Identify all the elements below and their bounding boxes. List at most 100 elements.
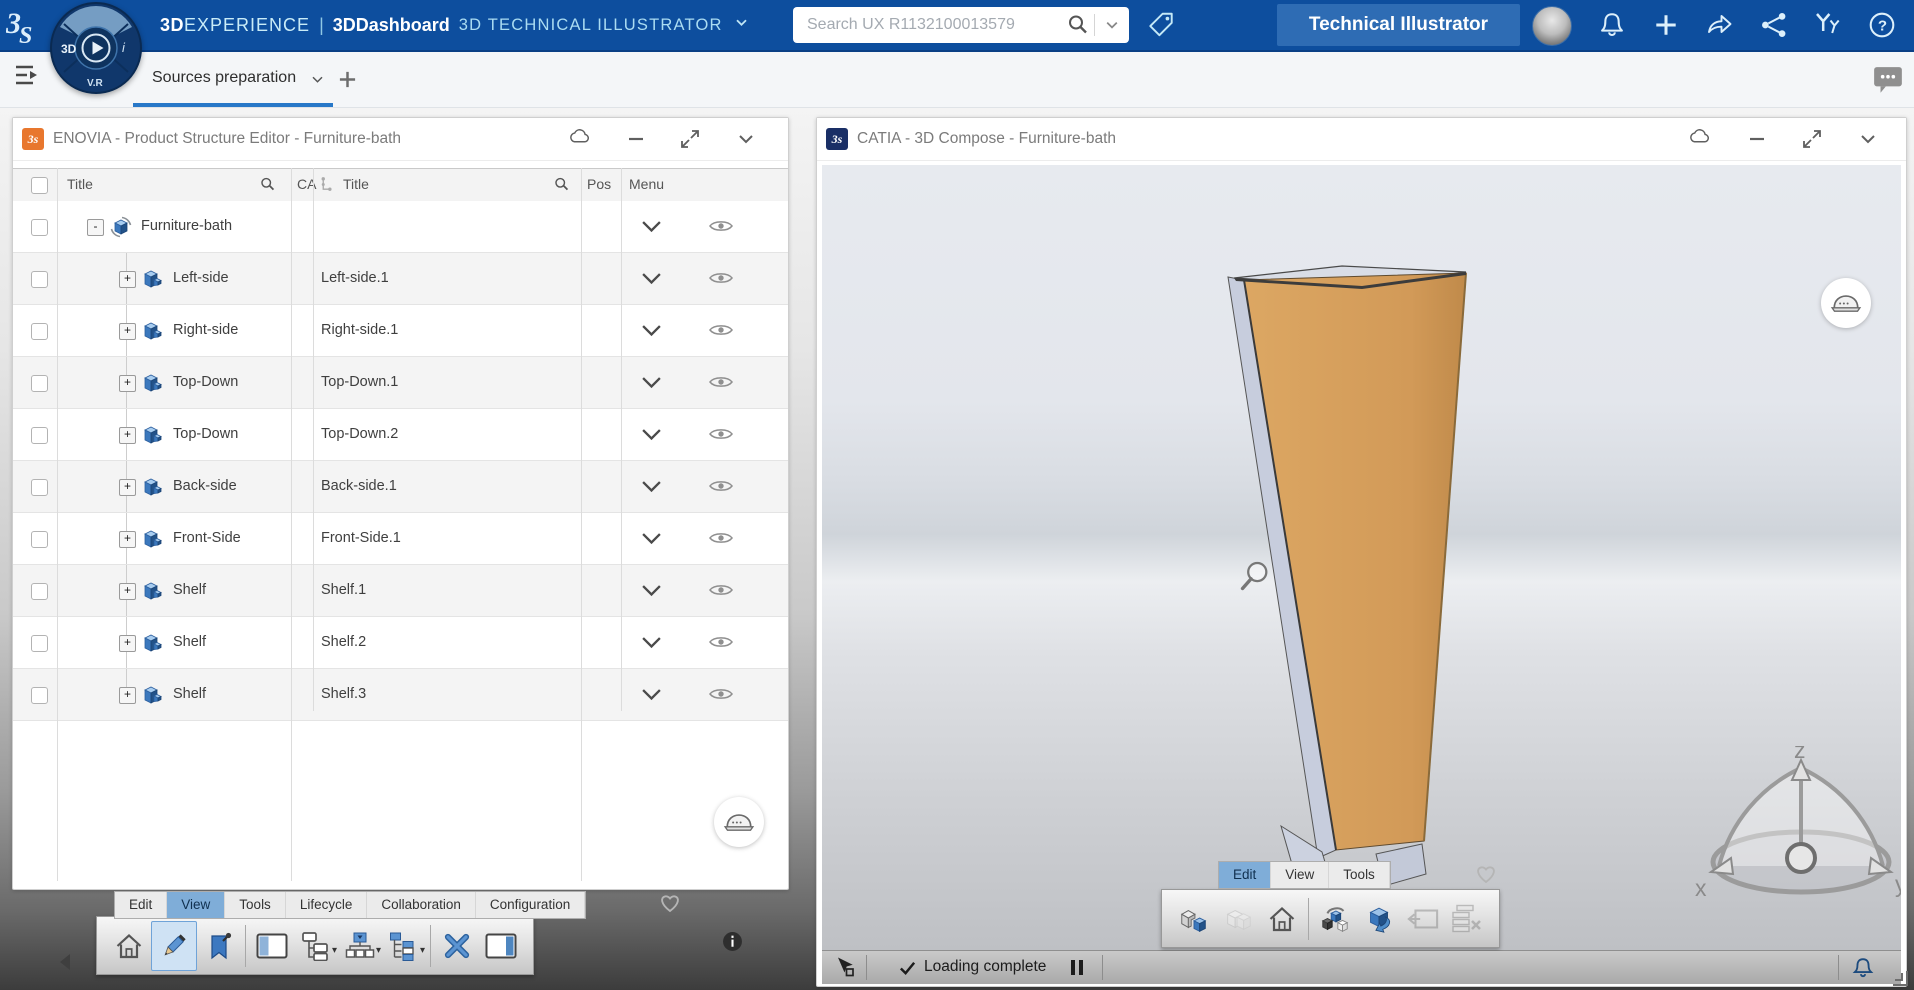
- ghost-cube-icon-button[interactable]: [1216, 895, 1260, 943]
- search-input[interactable]: [793, 16, 1062, 34]
- home-icon-button[interactable]: [1260, 895, 1304, 943]
- table-row[interactable]: +Left-sideLeft-side.1: [13, 253, 788, 305]
- add-tab-icon[interactable]: [338, 70, 357, 89]
- row-menu-chevron-icon[interactable]: [641, 532, 662, 545]
- row-checkbox[interactable]: [31, 479, 48, 496]
- visibility-eye-icon[interactable]: [709, 531, 733, 546]
- table-row[interactable]: -Furniture-bath: [13, 201, 788, 253]
- tab-sources-preparation[interactable]: Sources preparation: [133, 50, 333, 107]
- panel-left-icon-button[interactable]: [250, 922, 294, 970]
- chevron-down-icon[interactable]: [735, 128, 757, 150]
- scroll-left-arrow[interactable]: [60, 954, 70, 970]
- row-menu-chevron-icon[interactable]: [641, 584, 662, 597]
- pause-icon[interactable]: [1070, 959, 1084, 976]
- toolbar-menu-tools[interactable]: Tools: [1329, 862, 1390, 888]
- row-checkbox[interactable]: [31, 323, 48, 340]
- swym-community-icon[interactable]: [1814, 11, 1842, 39]
- resize-grip[interactable]: [1893, 971, 1908, 986]
- expander-button[interactable]: +: [119, 583, 136, 600]
- user-role-badge[interactable]: Technical Illustrator: [1277, 4, 1520, 46]
- toolbar-menu-collaboration[interactable]: Collaboration: [367, 892, 476, 918]
- avatar[interactable]: [1532, 6, 1572, 46]
- row-menu-chevron-icon[interactable]: [641, 636, 662, 649]
- maximize-icon[interactable]: [679, 128, 701, 150]
- chevron-down-icon[interactable]: [734, 15, 749, 35]
- swap-frame-icon-button[interactable]: [1401, 895, 1445, 943]
- notifications-bell-icon[interactable]: [1598, 11, 1626, 39]
- minimize-icon[interactable]: [625, 128, 647, 150]
- row-menu-chevron-icon[interactable]: [641, 324, 662, 337]
- expander-button[interactable]: -: [87, 219, 104, 236]
- toolbar-menu-view[interactable]: View: [167, 892, 225, 918]
- column-header-instance-title[interactable]: Title: [343, 176, 369, 192]
- expander-button[interactable]: +: [119, 323, 136, 340]
- row-checkbox[interactable]: [31, 635, 48, 652]
- expander-button[interactable]: +: [119, 635, 136, 652]
- maximize-icon[interactable]: [1801, 128, 1823, 150]
- visibility-eye-icon[interactable]: [709, 687, 733, 702]
- toolbar-menu-configuration[interactable]: Configuration: [476, 892, 585, 918]
- 3dcompass-widget[interactable]: 3D i V.R: [50, 2, 142, 94]
- favorites-heart-icon[interactable]: [658, 893, 682, 914]
- column-header-ca[interactable]: CA: [297, 176, 316, 192]
- visibility-eye-icon[interactable]: [709, 323, 733, 338]
- table-row[interactable]: +Back-sideBack-side.1: [13, 461, 788, 513]
- expander-button[interactable]: +: [119, 531, 136, 548]
- 3d-viewport[interactable]: z x y EditViewTools: [822, 165, 1901, 951]
- tree-structure-icon-button[interactable]: ▾: [382, 922, 426, 970]
- visibility-eye-icon[interactable]: [709, 271, 733, 286]
- row-checkbox[interactable]: [31, 219, 48, 236]
- close-x-icon-button[interactable]: [435, 922, 479, 970]
- assistant-helmet-button[interactable]: [1821, 278, 1871, 328]
- minimize-icon[interactable]: [1746, 128, 1768, 150]
- share-nodes-icon[interactable]: [1760, 11, 1788, 39]
- select-all-checkbox[interactable]: [31, 177, 48, 194]
- tab-chevron-icon[interactable]: [310, 72, 325, 87]
- table-row[interactable]: +ShelfShelf.1: [13, 565, 788, 617]
- table-row[interactable]: +Top-DownTop-Down.2: [13, 409, 788, 461]
- column-header-title[interactable]: Title: [67, 176, 93, 192]
- column-search-icon[interactable]: [259, 176, 276, 193]
- row-checkbox[interactable]: [31, 271, 48, 288]
- table-row[interactable]: +ShelfShelf.2: [13, 617, 788, 669]
- chevron-down-icon[interactable]: [1857, 128, 1879, 150]
- row-menu-chevron-icon[interactable]: [641, 688, 662, 701]
- visibility-eye-icon[interactable]: [709, 375, 733, 390]
- export-cube-icon-button[interactable]: [1357, 895, 1401, 943]
- list-delete-icon-button[interactable]: [1445, 895, 1489, 943]
- row-menu-chevron-icon[interactable]: [641, 480, 662, 493]
- add-plus-icon[interactable]: [1652, 11, 1680, 39]
- home-icon-button[interactable]: [107, 922, 151, 970]
- help-icon[interactable]: ?: [1868, 11, 1896, 39]
- panel-right-icon-button[interactable]: [479, 922, 523, 970]
- row-checkbox[interactable]: [31, 531, 48, 548]
- visibility-eye-icon[interactable]: [709, 479, 733, 494]
- visibility-eye-icon[interactable]: [709, 583, 733, 598]
- sidebar-toggle-icon[interactable]: [14, 63, 42, 87]
- column-header-menu[interactable]: Menu: [629, 176, 664, 192]
- row-menu-chevron-icon[interactable]: [641, 428, 662, 441]
- row-checkbox[interactable]: [31, 583, 48, 600]
- search-icon[interactable]: [1066, 13, 1090, 37]
- cloud-icon[interactable]: [569, 128, 591, 150]
- expander-button[interactable]: +: [119, 687, 136, 704]
- assistant-helmet-button[interactable]: [714, 797, 764, 847]
- table-row[interactable]: +Right-sideRight-side.1: [13, 305, 788, 357]
- cloud-icon[interactable]: [1689, 128, 1711, 150]
- info-icon[interactable]: [722, 931, 743, 952]
- toolbar-menu-tools[interactable]: Tools: [225, 892, 286, 918]
- hierarchy-icon-button[interactable]: ▾: [294, 922, 338, 970]
- toolbar-menu-edit[interactable]: Edit: [1219, 862, 1271, 888]
- assembly-icon-button[interactable]: [1172, 895, 1216, 943]
- row-menu-chevron-icon[interactable]: [641, 376, 662, 389]
- column-search-icon[interactable]: [553, 176, 570, 193]
- toolbar-menu-edit[interactable]: Edit: [115, 892, 167, 918]
- tag-icon[interactable]: [1146, 10, 1176, 40]
- row-menu-chevron-icon[interactable]: [641, 220, 662, 233]
- expander-button[interactable]: +: [119, 479, 136, 496]
- share-arrow-icon[interactable]: [1706, 11, 1734, 39]
- row-menu-chevron-icon[interactable]: [641, 272, 662, 285]
- expander-button[interactable]: +: [119, 271, 136, 288]
- visibility-eye-icon[interactable]: [709, 219, 733, 234]
- favorites-heart-icon[interactable]: [1474, 864, 1498, 885]
